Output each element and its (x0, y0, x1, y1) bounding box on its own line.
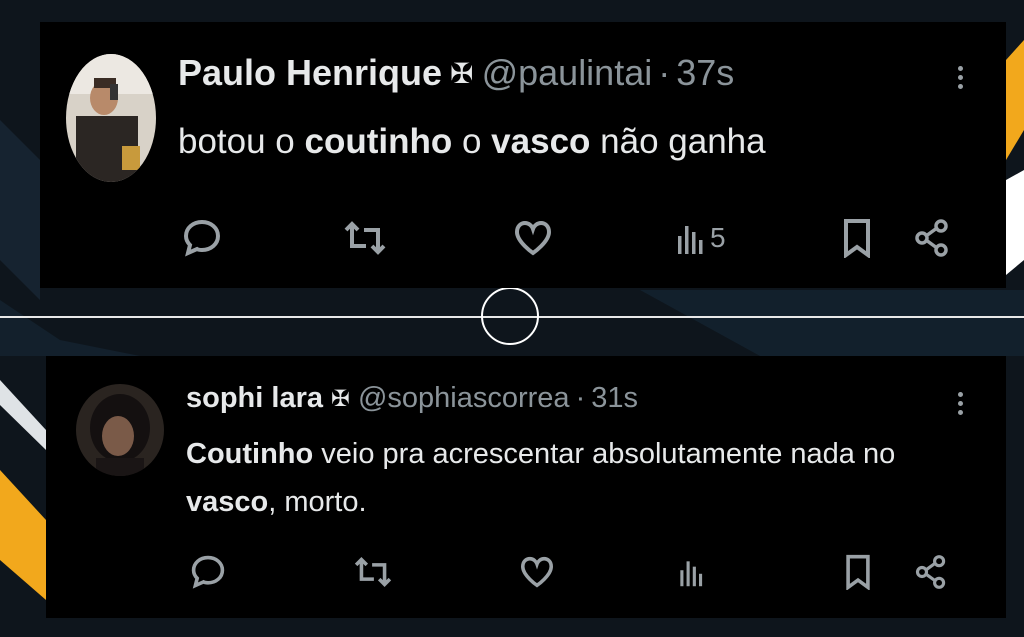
retweet-icon[interactable] (344, 220, 386, 256)
views-count: 5 (710, 222, 726, 253)
retweet-icon[interactable] (354, 556, 392, 588)
white-stripe-left (0, 380, 46, 450)
share-icon[interactable] (914, 218, 950, 258)
separator-dot: · (658, 52, 671, 93)
views-button[interactable]: 5 (676, 220, 726, 256)
author-handle[interactable]: @sophiascorrea (358, 382, 570, 415)
yellow-stripe-right (1006, 40, 1024, 160)
tweet-header: sophi lara ✠ @sophiascorrea · 31s (186, 382, 638, 415)
tweet-header: Paulo Henrique ✠ @paulintai · 37s (178, 52, 734, 94)
vasco-cross-icon: ✠ (450, 57, 474, 89)
bookmark-icon[interactable] (844, 554, 872, 590)
tweet-text: botou o coutinho o vasco não ganha (178, 122, 766, 161)
reply-icon[interactable] (190, 554, 226, 590)
views-button[interactable] (678, 556, 710, 588)
avatar[interactable] (76, 384, 164, 476)
share-icon[interactable] (914, 554, 948, 590)
avatar[interactable] (66, 54, 156, 182)
yellow-stripe-left (0, 470, 46, 600)
separator-dot: · (575, 382, 586, 414)
more-icon[interactable] (958, 62, 966, 93)
field-center-circle (481, 287, 539, 345)
more-icon[interactable] (958, 388, 966, 419)
views-icon (678, 226, 703, 254)
vasco-cross-icon: ✠ (331, 385, 350, 411)
white-stripe-right (1006, 170, 1024, 275)
like-icon[interactable] (514, 220, 552, 256)
author-handle[interactable]: @paulintai (482, 52, 653, 94)
timestamp[interactable]: 37s (676, 52, 734, 94)
timestamp[interactable]: 31s (591, 382, 638, 415)
like-icon[interactable] (520, 556, 554, 588)
tweet-text: Coutinho veio pra acrescentar absolutame… (186, 438, 896, 518)
tweet-card[interactable]: Paulo Henrique ✠ @paulintai · 37s botou … (40, 22, 1006, 288)
author-name[interactable]: sophi lara (186, 382, 323, 415)
bookmark-icon[interactable] (842, 218, 872, 258)
tweet-card[interactable]: sophi lara ✠ @sophiascorrea · 31s Coutin… (46, 356, 1006, 618)
action-bar (46, 550, 1006, 594)
views-icon (680, 561, 703, 587)
action-bar: 5 (40, 214, 1006, 262)
reply-icon[interactable] (182, 218, 222, 258)
author-name[interactable]: Paulo Henrique (178, 52, 442, 94)
